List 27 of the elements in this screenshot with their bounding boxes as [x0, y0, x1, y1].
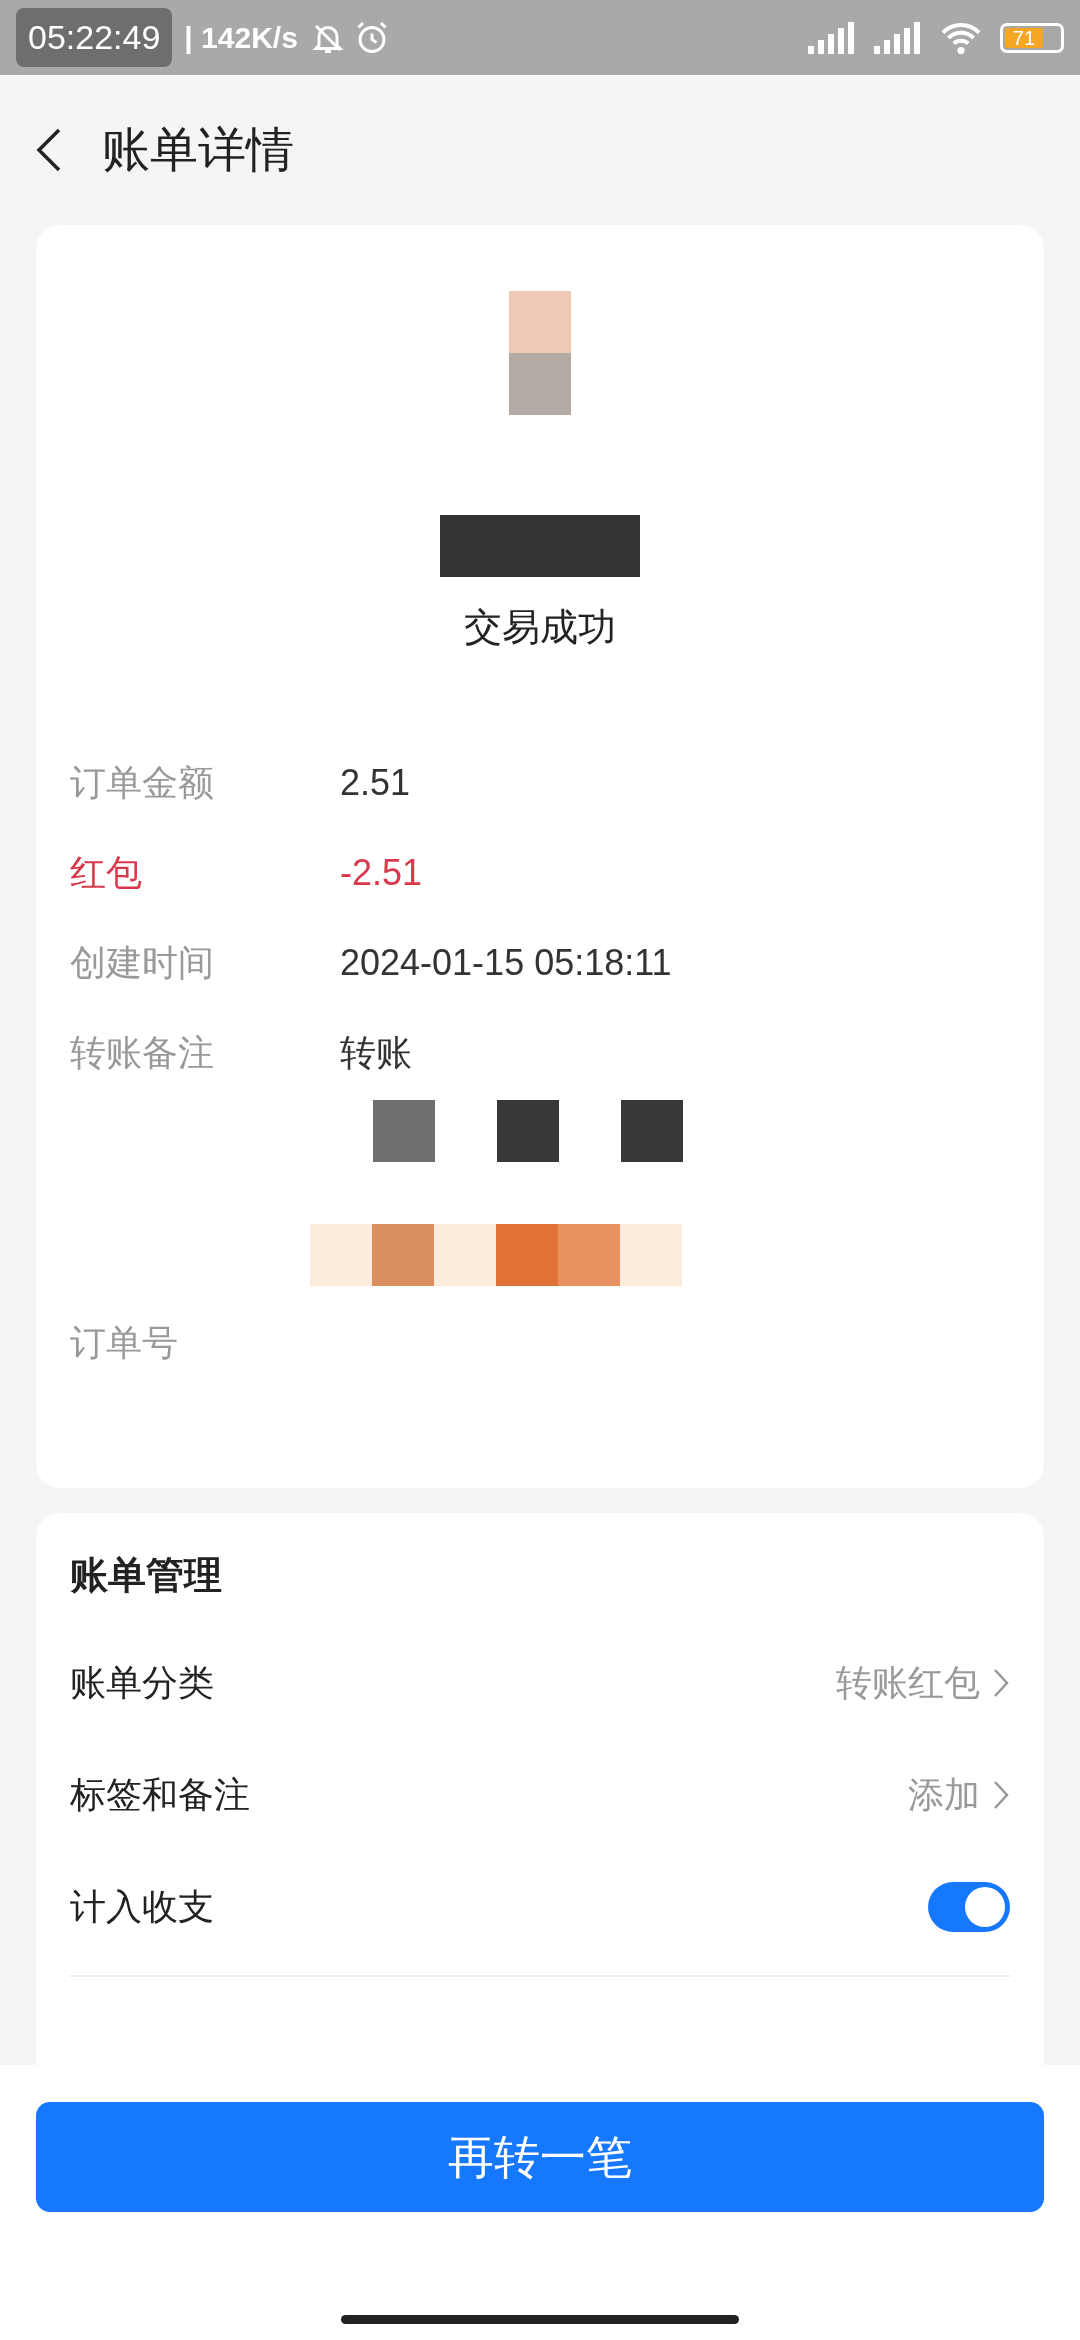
detail-label: 转账备注: [70, 1031, 215, 1075]
detail-value: 2024-01-15 05:18:11: [340, 941, 672, 985]
transfer-again-button[interactable]: 再转一笔: [36, 2102, 1044, 2212]
setting-label: 计入收支: [70, 1885, 214, 1929]
setting-value[interactable]: 添加: [908, 1768, 980, 1822]
detail-value: 2.51: [340, 761, 411, 805]
detail-value: -2.51: [340, 851, 423, 895]
signal-icon: [806, 19, 856, 56]
battery-indicator: 71: [1000, 22, 1064, 53]
clock-overlay: 05:22:49: [16, 8, 173, 67]
chevron-right-icon: [992, 1667, 1010, 1699]
signal-icon: [872, 19, 922, 56]
detail-label: 订单金额: [70, 761, 215, 805]
setting-value[interactable]: 转账红包: [836, 1656, 980, 1710]
page-title: 账单详情: [102, 122, 294, 178]
detail-label: 订单号: [70, 1321, 178, 1365]
transaction-status: 交易成功: [464, 605, 616, 650]
setting-label: 标签和备注: [70, 1773, 250, 1817]
back-icon[interactable]: [36, 127, 62, 173]
detail-label: 红包: [70, 851, 143, 895]
setting-label: 账单分类: [70, 1661, 214, 1705]
detail-label: 创建时间: [70, 941, 215, 985]
detail-value: 转账: [340, 1031, 412, 1075]
chevron-right-icon: [992, 1779, 1010, 1811]
section-title: 账单管理: [70, 1553, 223, 1598]
toggle-switch[interactable]: [928, 1882, 1010, 1932]
network-speed: | 142K/s: [184, 20, 298, 56]
